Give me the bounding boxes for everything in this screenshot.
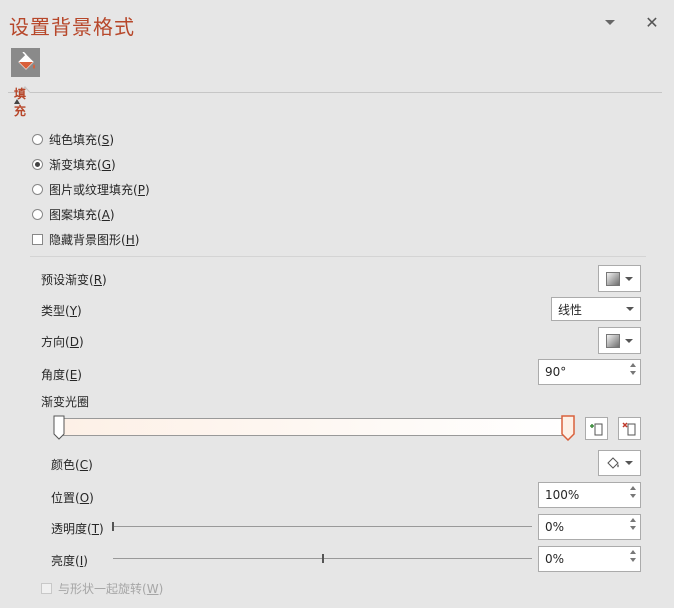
paint-bucket-icon [17, 51, 35, 70]
radio-gradient-fill[interactable]: 渐变填充(G) [32, 156, 116, 173]
angle-value: 90° [545, 365, 567, 379]
spin-up-icon[interactable] [630, 550, 636, 554]
type-select[interactable]: 线性 [551, 297, 641, 321]
radio-label: 图案填充(A) [49, 208, 115, 222]
transparency-value: 0% [545, 520, 565, 534]
section-fill-title: 填充 [14, 86, 27, 118]
radio-button[interactable] [32, 134, 43, 145]
chevron-down-icon [625, 461, 634, 465]
spin-down-icon[interactable] [630, 526, 636, 530]
position-value: 100% [545, 488, 580, 502]
checkbox-rotate-with-shape: 与形状一起旋转(W) [41, 580, 163, 597]
tab-fill[interactable] [11, 48, 40, 77]
angle-label: 角度(E) [41, 368, 82, 382]
checkbox [41, 583, 52, 594]
brightness-slider-thumb[interactable] [321, 554, 324, 563]
pane-title: 设置背景格式 [9, 15, 135, 39]
checkbox-label: 与形状一起旋转(W) [58, 582, 164, 596]
transparency-slider-thumb[interactable] [112, 522, 114, 531]
position-label: 位置(O) [51, 491, 94, 505]
gradient-stops-bar[interactable] [55, 418, 573, 436]
gradient-stop-handle-selected[interactable] [561, 415, 575, 441]
radio-solid-fill[interactable]: 纯色填充(S) [32, 131, 114, 148]
radio-pattern-fill[interactable]: 图案填充(A) [32, 206, 115, 223]
preset-gradient-label: 预设渐变(R) [41, 273, 107, 287]
add-gradient-stop-button[interactable] [585, 417, 608, 440]
direction-dropdown[interactable] [598, 327, 641, 354]
pane-options-dropdown[interactable] [600, 12, 620, 32]
format-background-pane: 设置背景格式 ✕ 填充 纯色填充(S) 渐变填充(G) 图片或纹理填充(P) 图… [0, 0, 674, 608]
section-fill-header[interactable]: 填充 [14, 87, 26, 118]
chevron-down-icon [605, 19, 615, 25]
color-picker-dropdown[interactable] [598, 450, 641, 476]
position-spinner[interactable]: 100% [538, 482, 641, 508]
brightness-spinner[interactable]: 0% [538, 546, 641, 572]
radio-button[interactable] [32, 209, 43, 220]
checkbox-label: 隐藏背景图形(H) [49, 233, 140, 247]
checkbox-hide-background[interactable]: 隐藏背景图形(H) [32, 231, 139, 248]
chevron-down-icon [625, 276, 634, 281]
transparency-spinner[interactable]: 0% [538, 514, 641, 540]
section-divider [30, 256, 646, 257]
spin-down-icon[interactable] [630, 558, 636, 562]
preset-gradient-dropdown[interactable] [598, 265, 641, 292]
close-button[interactable]: ✕ [642, 12, 662, 32]
angle-spinner[interactable]: 90° [538, 359, 641, 385]
radio-button[interactable] [32, 159, 43, 170]
gradient-stops-label: 渐变光圈 [41, 395, 90, 409]
direction-label: 方向(D) [41, 335, 84, 349]
remove-gradient-stop-button[interactable] [618, 417, 641, 440]
chevron-down-icon [626, 307, 634, 311]
color-label: 颜色(C) [51, 458, 93, 472]
gradient-stop-handle[interactable] [53, 415, 65, 441]
paint-bucket-icon [607, 457, 619, 469]
brightness-value: 0% [545, 552, 565, 566]
remove-stop-icon [621, 421, 635, 435]
gradient-preview-icon [605, 271, 620, 286]
radio-label: 渐变填充(G) [49, 158, 116, 172]
type-label: 类型(Y) [41, 304, 82, 318]
checkbox[interactable] [32, 234, 43, 245]
tab-divider [8, 92, 662, 93]
transparency-slider[interactable] [113, 526, 532, 527]
type-value: 线性 [558, 302, 583, 317]
chevron-down-icon [625, 338, 634, 343]
gradient-direction-icon [605, 333, 620, 348]
spin-up-icon[interactable] [630, 486, 636, 490]
transparency-label: 透明度(T) [51, 522, 104, 536]
radio-label: 图片或纹理填充(P) [49, 183, 150, 197]
spin-down-icon[interactable] [630, 371, 636, 375]
radio-label: 纯色填充(S) [49, 133, 114, 147]
radio-picture-fill[interactable]: 图片或纹理填充(P) [32, 181, 150, 198]
brightness-label: 亮度(I) [51, 554, 88, 568]
spin-down-icon[interactable] [630, 494, 636, 498]
spin-up-icon[interactable] [630, 518, 636, 522]
radio-button[interactable] [32, 184, 43, 195]
spin-up-icon[interactable] [630, 363, 636, 367]
add-stop-icon [589, 423, 602, 435]
close-icon: ✕ [645, 12, 659, 32]
